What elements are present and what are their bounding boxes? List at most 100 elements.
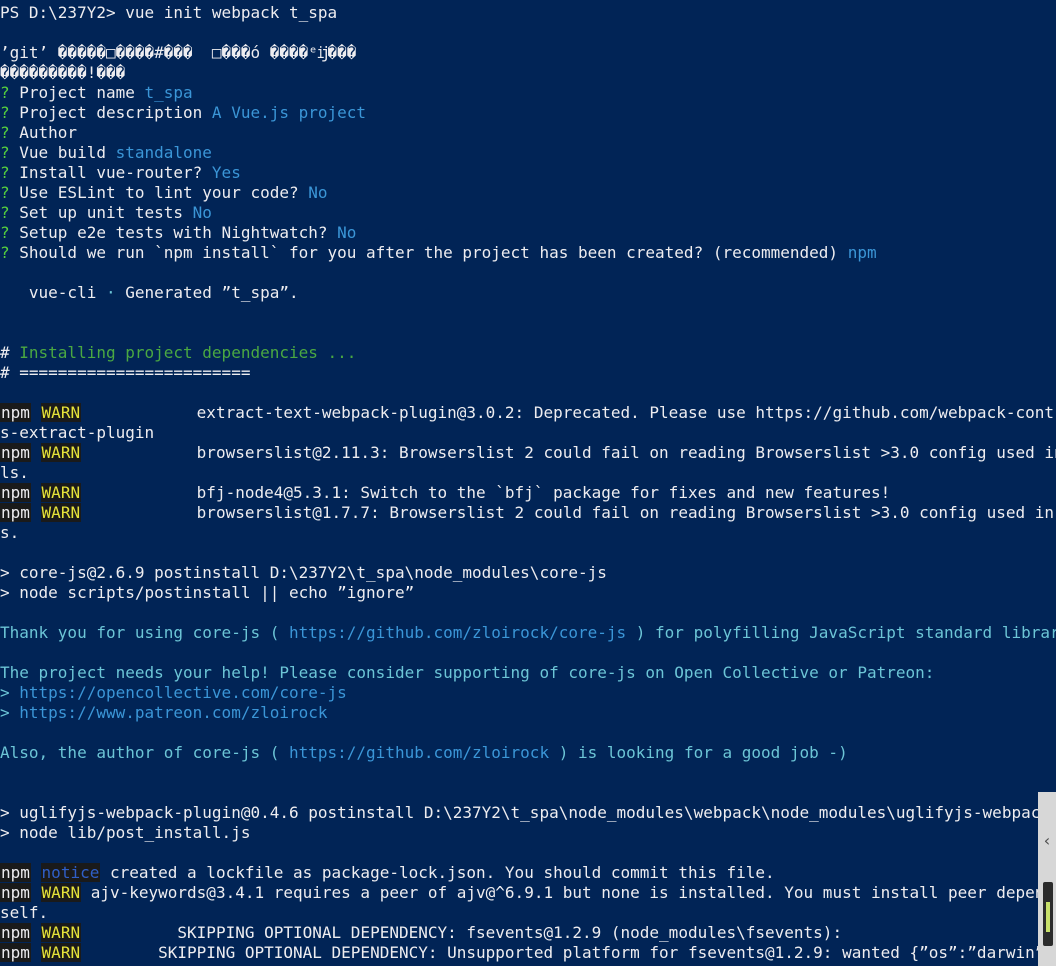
- terminal-line: ? Vue build standalone: [0, 143, 1056, 163]
- terminal-text: WARN: [40, 403, 82, 422]
- terminal-text: Use ESLint to lint your code?: [19, 183, 309, 202]
- terminal-text: Vue build: [19, 143, 116, 162]
- terminal-text: Should we run `npm install` for you afte…: [19, 243, 848, 262]
- terminal-line: # ========================: [0, 363, 1056, 383]
- terminal-text: ���������!���: [0, 63, 126, 82]
- terminal-line: > node lib/post_install.js: [0, 823, 1056, 843]
- vertical-scrollbar[interactable]: ‹: [1038, 792, 1056, 966]
- terminal-text: ls.: [0, 463, 29, 482]
- terminal-line: ? Project name t_spa: [0, 83, 1056, 103]
- terminal-text: ?: [0, 123, 20, 142]
- terminal-line: > https://opencollective.com/core-js: [0, 683, 1056, 703]
- terminal-text: The project needs your help! Please cons…: [0, 663, 935, 682]
- terminal-line: > uglifyjs-webpack-plugin@0.4.6 postinst…: [0, 803, 1056, 823]
- terminal-line: ls.: [0, 463, 1056, 483]
- terminal-text: npm: [0, 403, 31, 422]
- terminal-line: Thank you for using core-js ( https://gi…: [0, 623, 1056, 643]
- terminal-text: ?: [0, 243, 20, 262]
- terminal-line: ���������!���: [0, 63, 1056, 83]
- terminal-line: npm WARN SKIPPING OPTIONAL DEPENDENCY: U…: [0, 943, 1056, 963]
- terminal-text: npm: [0, 503, 31, 522]
- terminal-line: npm WARN SKIPPING OPTIONAL DEPENDENCY: f…: [0, 923, 1056, 943]
- scroll-thumb-grip: [1046, 902, 1050, 932]
- terminal-line: npm WARN extract-text-webpack-plugin@3.0…: [0, 403, 1056, 423]
- terminal-text: Setup e2e tests with Nightwatch?: [19, 223, 338, 242]
- terminal-text: Installing project dependencies ...: [19, 343, 357, 362]
- terminal-text: ?: [0, 163, 20, 182]
- terminal-text: https://github.com/zloirock/core-js: [288, 623, 627, 642]
- terminal-text: WARN: [40, 883, 82, 902]
- terminal-text: A Vue.js project: [211, 103, 367, 122]
- terminal-text: WARN: [40, 503, 82, 522]
- terminal-text: No: [308, 183, 328, 202]
- terminal-text: Generated ”t_spa”.: [115, 283, 299, 302]
- terminal-text: vue-cli: [0, 283, 106, 302]
- terminal-text: Yes: [211, 163, 241, 182]
- terminal-text: self.: [0, 903, 49, 922]
- terminal-text: https://github.com/zloirock: [288, 743, 550, 762]
- terminal-text: Install vue-router?: [19, 163, 212, 182]
- terminal-line: ’git’ �����□����#��� □���ó ����ᵉĳ���: [0, 43, 1056, 63]
- terminal-text: No: [192, 203, 212, 222]
- terminal-line: ? Author: [0, 123, 1056, 143]
- terminal-line: ? Setup e2e tests with Nightwatch? No: [0, 223, 1056, 243]
- terminal-text: ?: [0, 143, 20, 162]
- scroll-thumb[interactable]: [1043, 882, 1053, 946]
- terminal-text: #: [0, 343, 20, 362]
- terminal-text: >: [0, 703, 20, 722]
- terminal-line: npm WARN browserslist@2.11.3: Browsersli…: [0, 443, 1056, 463]
- terminal-line: ? Install vue-router? Yes: [0, 163, 1056, 183]
- terminal-text: WARN: [40, 923, 82, 942]
- terminal-text: ’git’ �����□����#��� □���ó ����ᵉĳ���: [0, 43, 357, 62]
- terminal-line: > https://www.patreon.com/zloirock: [0, 703, 1056, 723]
- terminal-text: # ========================: [0, 363, 251, 382]
- terminal-text: No: [337, 223, 357, 242]
- terminal-text: Thank you for using core-js (: [0, 623, 289, 642]
- terminal-text: ·: [105, 283, 116, 302]
- terminal-text: s-extract-plugin: [0, 423, 155, 442]
- terminal-text: https://www.patreon.com/zloirock: [19, 703, 328, 722]
- terminal-text: ?: [0, 223, 20, 242]
- chevron-left-icon[interactable]: ‹: [1040, 830, 1054, 852]
- terminal-line: npm notice created a lockfile as package…: [0, 863, 1056, 883]
- terminal-text: browserslist@2.11.3: Browserslist 2 coul…: [81, 443, 1056, 462]
- terminal-text: SKIPPING OPTIONAL DEPENDENCY: fsevents@1…: [81, 923, 843, 942]
- terminal-line: vue-cli · Generated ”t_spa”.: [0, 283, 1056, 303]
- terminal-text: npm: [0, 443, 31, 462]
- terminal-text: WARN: [40, 443, 82, 462]
- terminal-line: ? Set up unit tests No: [0, 203, 1056, 223]
- terminal-text: npm: [0, 943, 31, 962]
- terminal-output[interactable]: PS D:\237Y2> vue init webpack t_spa ’git’…: [0, 0, 1056, 966]
- terminal-text: ?: [0, 183, 20, 202]
- terminal-line: s.: [0, 523, 1056, 543]
- terminal-text: SKIPPING OPTIONAL DEPENDENCY: Unsupporte…: [158, 943, 1056, 962]
- terminal-text: https://opencollective.com/core-js: [19, 683, 347, 702]
- terminal-text: notice: [40, 863, 101, 882]
- terminal-line: > node scripts/postinstall || echo ”igno…: [0, 583, 1056, 603]
- terminal-line: ? Should we run `npm install` for you af…: [0, 243, 1056, 263]
- terminal-text: s.: [0, 523, 20, 542]
- terminal-text: ) for polyfilling JavaScript standard li…: [626, 623, 1056, 642]
- terminal-text: npm: [0, 923, 31, 942]
- terminal-text: > node scripts/postinstall || echo ”igno…: [0, 583, 415, 602]
- terminal-text: WARN: [40, 943, 82, 962]
- terminal-text: Project name: [19, 83, 145, 102]
- terminal-text: > core-js@2.6.9 postinstall D:\237Y2\t_s…: [0, 563, 607, 582]
